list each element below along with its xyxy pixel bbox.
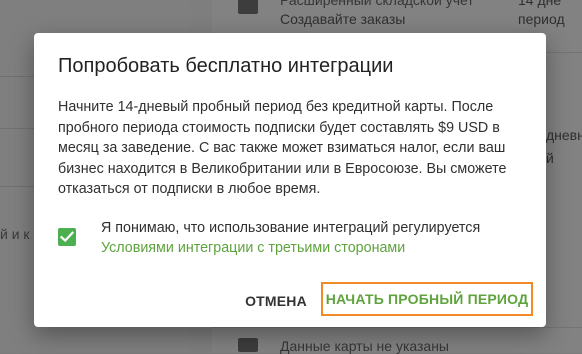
divider — [212, 327, 582, 328]
credit-card-icon — [238, 338, 258, 352]
consent-text: Я понимаю, что использование интеграций … — [101, 220, 481, 236]
trial-dialog: Попробовать бесплатно интеграции Начните… — [34, 33, 546, 327]
background-left-text: й и к — [0, 226, 30, 242]
background-item-subtitle: Создавайте заказы — [280, 11, 406, 27]
background-item-title: Данные карты не указаны — [280, 338, 449, 354]
consent-row: Я понимаю, что использование интеграций … — [58, 216, 520, 262]
dialog-title: Попробовать бесплатно интеграции — [58, 55, 394, 77]
background-item-title: Расширенный складской учет — [280, 0, 474, 8]
dialog-body-text: Начните 14-дневый пробный период без кре… — [58, 99, 507, 197]
background-item-right: дневны — [546, 127, 582, 143]
background-item-right: период — [518, 11, 565, 27]
terms-link[interactable]: Условиями интеграции с третьими сторонам… — [101, 238, 405, 258]
background-item-right: й — [546, 150, 554, 166]
check-icon — [60, 231, 74, 243]
cancel-button[interactable]: ОТМЕНА — [236, 290, 316, 312]
background-item-right: 14 дне — [518, 0, 562, 8]
consent-checkbox[interactable] — [58, 228, 76, 246]
warehouse-icon — [238, 0, 258, 14]
start-trial-button[interactable]: НАЧАТЬ ПРОБНЫЙ ПЕРИОД — [321, 282, 533, 316]
